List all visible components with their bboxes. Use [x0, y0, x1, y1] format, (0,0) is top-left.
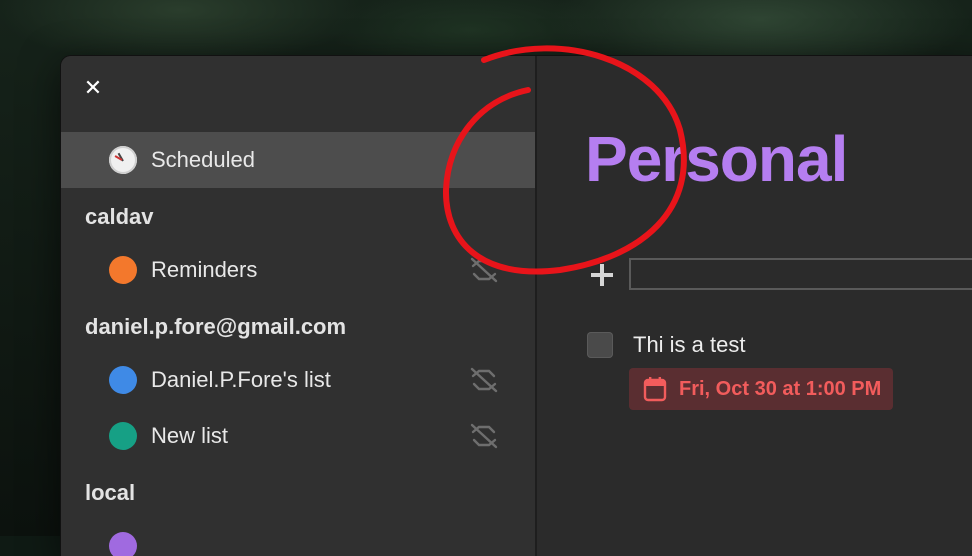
section-header-caldav: caldav: [85, 204, 154, 229]
section-header-gmail: daniel.p.fore@gmail.com: [85, 314, 347, 339]
sidebar-item-new-list[interactable]: New list: [61, 408, 535, 464]
sidebar-item-reminders[interactable]: Reminders: [61, 242, 535, 298]
task-checkbox[interactable]: [587, 332, 613, 358]
sidebar-item-scheduled[interactable]: Scheduled: [61, 132, 535, 188]
section-header-local: local: [85, 480, 136, 505]
task-title[interactable]: Thi is a test: [633, 332, 745, 358]
sync-disabled-icon: [470, 257, 498, 283]
sidebar: ✕ Scheduled caldav Reminders daniel.p.fo…: [61, 56, 535, 556]
sidebar-item-label: Reminders: [151, 257, 258, 282]
sidebar-item-label: Daniel.P.Fore's list: [151, 367, 331, 392]
calendar-icon: [643, 377, 667, 402]
tasks-window: ✕ Scheduled caldav Reminders daniel.p.fo…: [61, 56, 972, 556]
list-color-dot: [109, 422, 137, 450]
sidebar-item-label: Scheduled: [151, 147, 255, 172]
sidebar-item-local-list[interactable]: [61, 518, 535, 556]
close-icon[interactable]: ✕: [81, 75, 105, 100]
sync-disabled-icon: [470, 423, 498, 449]
new-task-input[interactable]: [629, 258, 972, 290]
due-date-chip[interactable]: Fri, Oct 30 at 1:00 PM: [629, 368, 894, 410]
plus-icon[interactable]: [589, 262, 615, 288]
sync-disabled-icon: [470, 367, 498, 393]
page-title: Personal: [585, 123, 848, 195]
due-date-label: Fri, Oct 30 at 1:00 PM: [679, 377, 882, 400]
list-color-dot: [109, 256, 137, 284]
clock-icon: [109, 146, 137, 174]
main-pane: Personal Thi is a test Fri, Oct 30 at 1:…: [537, 56, 972, 556]
sidebar-item-daniel-list[interactable]: Daniel.P.Fore's list: [61, 352, 535, 408]
sidebar-item-label: New list: [151, 423, 229, 448]
list-color-dot: [109, 366, 137, 394]
